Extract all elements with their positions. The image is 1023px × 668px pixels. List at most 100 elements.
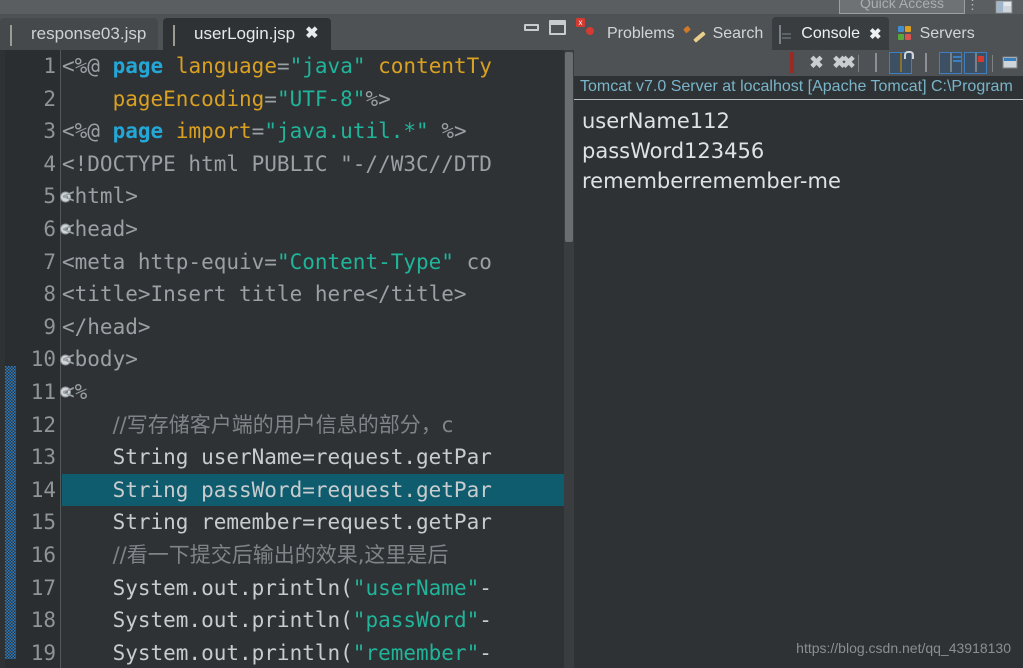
code-line[interactable]: <html> [62,180,564,213]
line-number: 5 [16,180,71,213]
line-number: 2 [43,86,56,111]
source-code-area[interactable]: <%@ page language="java" contentTy pageE… [62,50,564,668]
maximize-icon[interactable] [549,20,566,35]
line-number: 9 [43,314,56,339]
code-token: %> [428,119,467,144]
console-process-header: Tomcat v7.0 Server at localhost [Apache … [574,76,1023,100]
code-line[interactable]: </head> [62,311,564,344]
pin-console-button[interactable] [939,52,962,74]
code-token: System.out.println( [62,640,353,665]
code-line[interactable]: System.out.println("remember"- [62,637,564,668]
close-icon[interactable]: ✖ [305,26,318,42]
view-tab-search[interactable]: Search [684,17,771,50]
view-menu-button[interactable] [998,52,1021,74]
remove-all-icon: ✖✖ [832,52,855,72]
minimize-view-icon [1002,56,1017,69]
view-tab-problems[interactable]: Problems [578,17,682,50]
jsp-file-icon [10,25,24,46]
jsp-file-icon [173,25,187,46]
code-line[interactable]: <head> [62,213,564,246]
code-token: <html> [62,184,138,209]
line-number: 8 [43,282,56,307]
code-line[interactable]: System.out.println("passWord"- [62,604,564,637]
code-line[interactable]: String remember=request.getPar [62,506,564,539]
word-wrap-icon [924,53,927,72]
code-line[interactable]: <%@ page import="java.util.*" %> [62,115,564,148]
code-token: "Content-Type" [276,249,454,274]
minimize-icon[interactable] [524,24,539,31]
code-line[interactable]: System.out.println("userName"- [62,572,564,605]
code-token: - [479,608,492,633]
code-line[interactable]: //看一下提交后输出的效果,这里是后 [62,539,564,572]
remove-launch-button[interactable]: ✖ [805,52,828,74]
word-wrap-button[interactable] [914,52,937,74]
code-token: <!DOCTYPE html PUBLIC "-//W3C//DTD [62,151,492,176]
code-line[interactable]: //写存储客户端的用户信息的部分，c [62,409,564,442]
servers-icon [897,25,915,42]
close-icon[interactable]: ✖ [869,25,882,43]
code-line[interactable]: <title>Insert title here</title> [62,278,564,311]
line-number: 15 [30,510,56,535]
code-token: <meta http-equiv= [62,249,277,274]
console-output[interactable]: userName112 passWord123456 rememberremem… [574,100,1023,196]
code-token: //写存储客户端的用户信息的部分，c [112,412,454,437]
code-line[interactable]: String userName=request.getPar [62,441,564,474]
toolbar-separator [858,54,859,72]
code-line[interactable]: String passWord=request.getPar [62,473,564,507]
change-ruler [5,50,16,668]
code-token: - [479,640,492,665]
editor-body[interactable]: 1 2 3 4 5 6 7 8 9 10 11 12 13 14 15 16 17 18 19 <%@ page l… [0,50,574,668]
code-token: = [276,54,290,78]
code-token: </head> [62,314,151,339]
code-token: %> [365,86,391,111]
code-token: = [264,86,277,111]
line-number: 10 [16,343,71,376]
editor-tab-response03[interactable]: response03.jsp [0,18,159,50]
code-line[interactable]: <!DOCTYPE html PUBLIC "-//W3C//DTD [62,148,564,181]
view-tab-console[interactable]: Console ✖ [772,17,889,50]
code-token: "passWord" [352,608,480,633]
view-tab-servers[interactable]: Servers [891,17,982,50]
line-number: 6 [16,213,71,246]
line-number: 3 [43,119,56,144]
code-line[interactable]: <%@ page language="java" contentTy [62,50,564,83]
toolbar-overflow-icon[interactable]: ⋮ [966,0,979,11]
line-number: 17 [30,575,56,600]
line-number: 14 [30,477,56,502]
quick-access-field[interactable]: Quick Access [839,0,965,14]
code-token: String remember=request.getPar [62,510,492,535]
editor-tab-userLogin[interactable]: userLogin.jsp ✖ [163,18,331,50]
code-line[interactable]: pageEncoding="UTF-8"%> [62,83,564,116]
display-console-icon [974,53,977,72]
code-token: <% [62,379,88,404]
line-number-gutter: 1 2 3 4 5 6 7 8 9 10 11 12 13 14 15 16 17 18 19 [16,50,71,668]
clear-console-icon [874,53,877,72]
clear-console-button[interactable] [864,52,887,74]
watermark-text: https://blog.csdn.net/qq_43918130 [796,640,1011,656]
remove-all-terminated-button[interactable]: ✖✖ [830,52,855,74]
code-token: "java.util.*" [264,119,429,144]
console-view-toolbar: ✖ ✖✖ [778,50,1023,76]
code-token: language [175,54,277,78]
terminate-button[interactable] [780,52,803,74]
editor-tab-label: userLogin.jsp [194,24,296,43]
code-token: contentTy [378,54,492,78]
code-line[interactable]: <meta http-equiv="Content-Type" co [62,246,564,279]
eclipse-workbench: Quick Access ⋮ response03.jsp userLogin.… [0,0,1023,668]
code-token: //看一下提交后输出的效果,这里是后 [112,542,449,567]
view-tab-label: Console [801,24,860,42]
scrollbar-thumb[interactable] [565,52,573,242]
code-line[interactable]: <body> [62,343,564,376]
search-icon [691,26,708,42]
console-body[interactable]: Tomcat v7.0 Server at localhost [Apache … [574,76,1023,668]
code-token: System.out.println( [62,575,353,600]
display-selected-console-button[interactable] [964,52,987,74]
editor-vertical-scrollbar[interactable] [564,50,574,668]
code-line[interactable]: <% [62,376,564,409]
scroll-lock-button[interactable] [889,52,912,74]
code-token: page [112,119,164,144]
line-number: 13 [30,445,56,470]
open-perspective-icon[interactable] [993,0,1015,14]
